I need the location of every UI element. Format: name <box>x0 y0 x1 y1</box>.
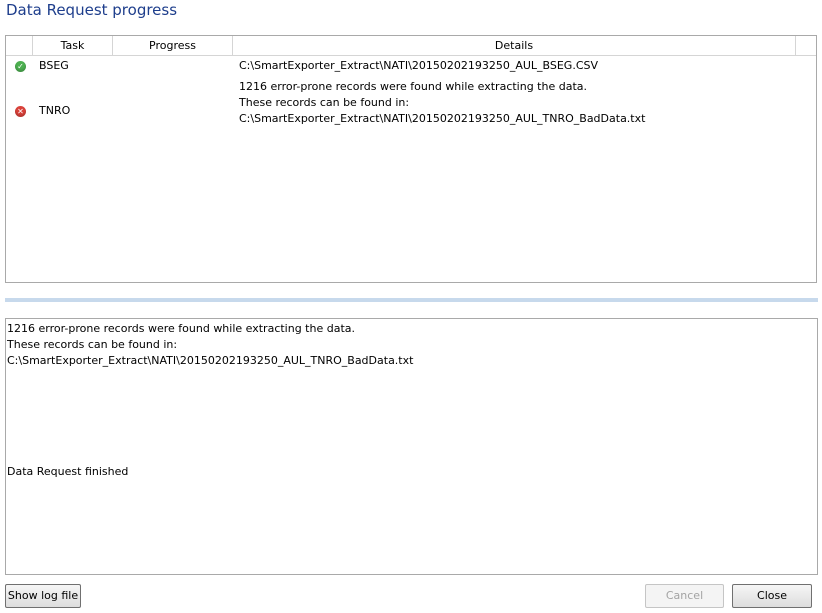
panel-splitter[interactable] <box>5 298 818 302</box>
grid-header: Task Progress Details <box>6 36 816 56</box>
window-title: Data Request progress <box>6 1 178 19</box>
details-column-header[interactable]: Details <box>233 36 796 55</box>
status-column-header <box>6 36 33 55</box>
details-cell: C:\SmartExporter_Extract\NATI\2015020219… <box>239 59 599 72</box>
show-log-file-button[interactable]: Show log file <box>5 584 81 608</box>
task-grid: Task Progress Details ✓ BSEG C:\SmartExp… <box>5 35 817 283</box>
cancel-button[interactable]: Cancel <box>645 584 724 608</box>
log-panel: 1216 error-prone records were found whil… <box>5 318 818 575</box>
log-line: Data Request finished <box>7 465 129 478</box>
task-cell: BSEG <box>39 59 69 72</box>
task-cell: TNRO <box>39 104 71 117</box>
error-icon: ✕ <box>15 106 26 117</box>
details-line: 1216 error-prone records were found whil… <box>239 80 588 93</box>
log-line: These records can be found in: <box>7 338 178 351</box>
log-line: C:\SmartExporter_Extract\NATI\2015020219… <box>7 354 414 367</box>
task-column-header[interactable]: Task <box>33 36 113 55</box>
close-button[interactable]: Close <box>732 584 812 608</box>
check-icon: ✓ <box>15 61 26 72</box>
details-line: These records can be found in: <box>239 96 410 109</box>
progress-column-header[interactable]: Progress <box>113 36 233 55</box>
details-line: C:\SmartExporter_Extract\NATI\2015020219… <box>239 112 646 125</box>
log-line: 1216 error-prone records were found whil… <box>7 322 356 335</box>
